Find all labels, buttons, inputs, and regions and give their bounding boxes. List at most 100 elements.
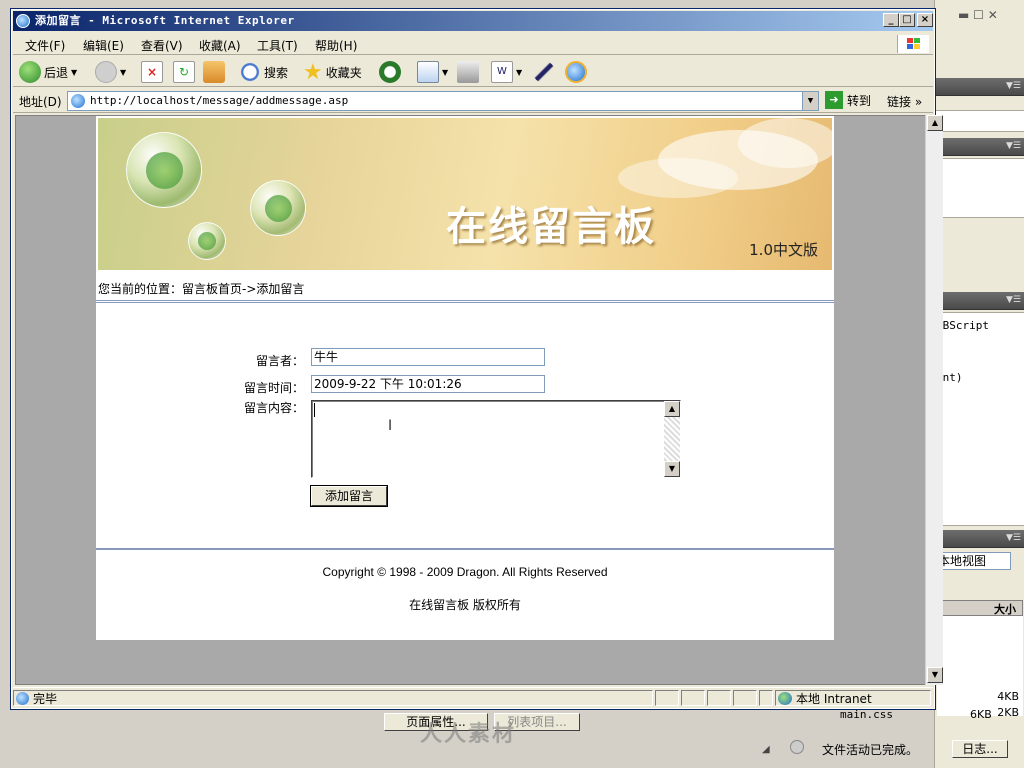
print-button[interactable] xyxy=(457,60,479,84)
home-icon xyxy=(203,61,225,83)
banner-title: 在线留言板 xyxy=(446,204,656,250)
status-text-cell: 完毕 xyxy=(13,690,653,706)
search-button[interactable]: 搜索 xyxy=(239,60,288,84)
ie-window: 添加留言 - Microsoft Internet Explorer _ □ ×… xyxy=(10,8,943,710)
mail-icon xyxy=(417,61,439,83)
minimize-button[interactable]: _ xyxy=(883,13,899,27)
messenger-icon xyxy=(533,61,555,83)
print-icon xyxy=(457,61,479,83)
status-text: 完毕 xyxy=(33,691,58,706)
page-icon xyxy=(71,94,85,108)
panel-body xyxy=(935,110,1024,132)
banner-version: 1.0中文版 xyxy=(749,241,818,259)
done-icon xyxy=(16,691,29,705)
page-viewport: 在线留言板 1.0中文版 您当前的位置：留言板首页->添加留言 留言者： 牛牛 … xyxy=(15,115,929,685)
activity-icon xyxy=(790,740,804,754)
scroll-up-icon[interactable]: ▲ xyxy=(927,115,943,131)
globe-bubble-icon xyxy=(250,180,306,236)
refresh-icon: ↻ xyxy=(173,61,195,83)
history-icon xyxy=(379,61,401,83)
divider xyxy=(96,300,834,303)
view-select[interactable]: 本地视图 xyxy=(937,552,1011,570)
forward-button[interactable]: ▼ xyxy=(95,60,126,84)
message-board-page: 在线留言板 1.0中文版 您当前的位置：留言板首页->添加留言 留言者： 牛牛 … xyxy=(96,116,834,640)
file-activity-status: 文件活动已完成。 xyxy=(822,743,919,757)
globe-bubble-icon xyxy=(126,132,202,208)
back-button[interactable]: 后退 ▼ xyxy=(19,60,77,84)
address-dropdown-icon[interactable]: ▼ xyxy=(802,92,818,110)
file-name: main.css xyxy=(840,708,893,721)
favorites-button[interactable]: ★ 收藏夹 xyxy=(303,59,362,85)
history-button[interactable] xyxy=(379,60,401,84)
ie-button[interactable] xyxy=(565,60,587,84)
banner: 在线留言板 1.0中文版 xyxy=(98,118,832,270)
address-url: http://localhost/message/addmessage.asp xyxy=(90,94,349,107)
menu-bar: 文件(F) 编辑(E) 查看(V) 收藏(A) 工具(T) 帮助(H) xyxy=(13,33,933,55)
content-label: 留言内容： xyxy=(243,401,304,415)
menu-tools[interactable]: 工具(T) xyxy=(257,37,298,54)
divider xyxy=(96,548,834,550)
code-panel: VBScript ent) xyxy=(935,312,1024,526)
panel-header: ▼☰ xyxy=(935,292,1024,310)
scroll-down-icon[interactable]: ▼ xyxy=(664,461,680,477)
star-icon: ★ xyxy=(303,59,323,85)
stop-button[interactable]: × xyxy=(141,60,163,84)
size-column-header[interactable]: 大小 xyxy=(937,600,1023,616)
menu-view[interactable]: 查看(V) xyxy=(141,37,183,54)
menu-edit[interactable]: 编辑(E) xyxy=(83,37,124,54)
time-label: 留言时间： xyxy=(243,381,304,395)
copyright: Copyright © 1998 - 2009 Dragon. All Righ… xyxy=(322,565,608,579)
close-button[interactable]: × xyxy=(917,13,933,27)
ie-icon xyxy=(16,14,30,28)
scroll-up-icon[interactable]: ▲ xyxy=(664,401,680,417)
go-button[interactable]: ➜ 转到 xyxy=(825,91,871,109)
messenger-button[interactable] xyxy=(533,60,555,84)
forward-arrow-icon xyxy=(95,61,117,83)
watermark: 人人素材 xyxy=(420,722,517,747)
panel-body xyxy=(935,158,1024,218)
author-input[interactable]: 牛牛 xyxy=(311,348,545,366)
links-button[interactable]: 链接 » xyxy=(887,93,922,110)
panel-header: ▼☰ xyxy=(935,78,1024,96)
page-scrollbar[interactable]: ▲ ▼ xyxy=(925,115,943,685)
author-label: 留言者： xyxy=(255,354,304,368)
menu-help[interactable]: 帮助(H) xyxy=(315,37,357,54)
address-bar: 地址(D) http://localhost/message/addmessag… xyxy=(13,89,933,113)
stop-icon: × xyxy=(141,61,163,83)
menu-favorites[interactable]: 收藏(A) xyxy=(199,37,241,54)
expand-icon[interactable]: ◢ xyxy=(762,744,770,755)
breadcrumb: 您当前的位置：留言板首页->添加留言 xyxy=(98,282,305,296)
textarea-scrollbar[interactable]: ▲ ▼ xyxy=(664,401,680,477)
edit-button[interactable]: W ▼ xyxy=(491,60,522,84)
file-list: 4KB 2KB xyxy=(937,616,1023,719)
ide-right-panels: ▼☰ ▼☰ ▼☰ VBScript ent) ▼☰ 本地视图 大小 4KB 2K… xyxy=(934,0,1024,768)
log-button[interactable]: 日志... xyxy=(952,740,1008,758)
panel-header: ▼☰ xyxy=(935,138,1024,156)
menu-file[interactable]: 文件(F) xyxy=(25,37,65,54)
file-size: 6KB xyxy=(970,708,992,721)
status-bar: 完毕 本地 Intranet xyxy=(13,687,933,707)
file-size: 4KB xyxy=(997,690,1019,703)
toolbar: 后退 ▼ ▼ × ↻ 搜索 ★ 收藏夹 ▼ W ▼ xyxy=(13,57,933,87)
address-input[interactable]: http://localhost/message/addmessage.asp … xyxy=(67,91,819,111)
time-input[interactable]: 2009-9-22 下午 10:01:26 xyxy=(311,375,545,393)
window-title: 添加留言 - Microsoft Internet Explorer xyxy=(35,14,295,27)
go-arrow-icon: ➜ xyxy=(825,91,843,109)
maximize-button[interactable]: □ xyxy=(899,13,915,27)
text-caret xyxy=(314,403,315,417)
scroll-down-icon[interactable]: ▼ xyxy=(927,667,943,683)
content-textarea[interactable]: ▲ ▼ xyxy=(311,400,681,478)
address-label: 地址(D) xyxy=(19,95,62,109)
favorites-label: 收藏夹 xyxy=(325,65,362,80)
windows-logo-icon xyxy=(897,35,929,53)
ibeam-cursor-icon: I xyxy=(388,418,393,434)
zone-label: 本地 Intranet xyxy=(796,691,872,706)
home-button[interactable] xyxy=(203,60,225,84)
vbscript-label: VBScript xyxy=(936,319,989,332)
search-icon xyxy=(239,61,261,83)
submit-button[interactable]: 添加留言 xyxy=(310,485,388,507)
bg-window-buttons[interactable]: ▬ ☐ ✕ xyxy=(958,8,998,22)
refresh-button[interactable]: ↻ xyxy=(173,60,195,84)
mail-button[interactable]: ▼ xyxy=(417,60,448,84)
search-label: 搜索 xyxy=(264,65,289,80)
